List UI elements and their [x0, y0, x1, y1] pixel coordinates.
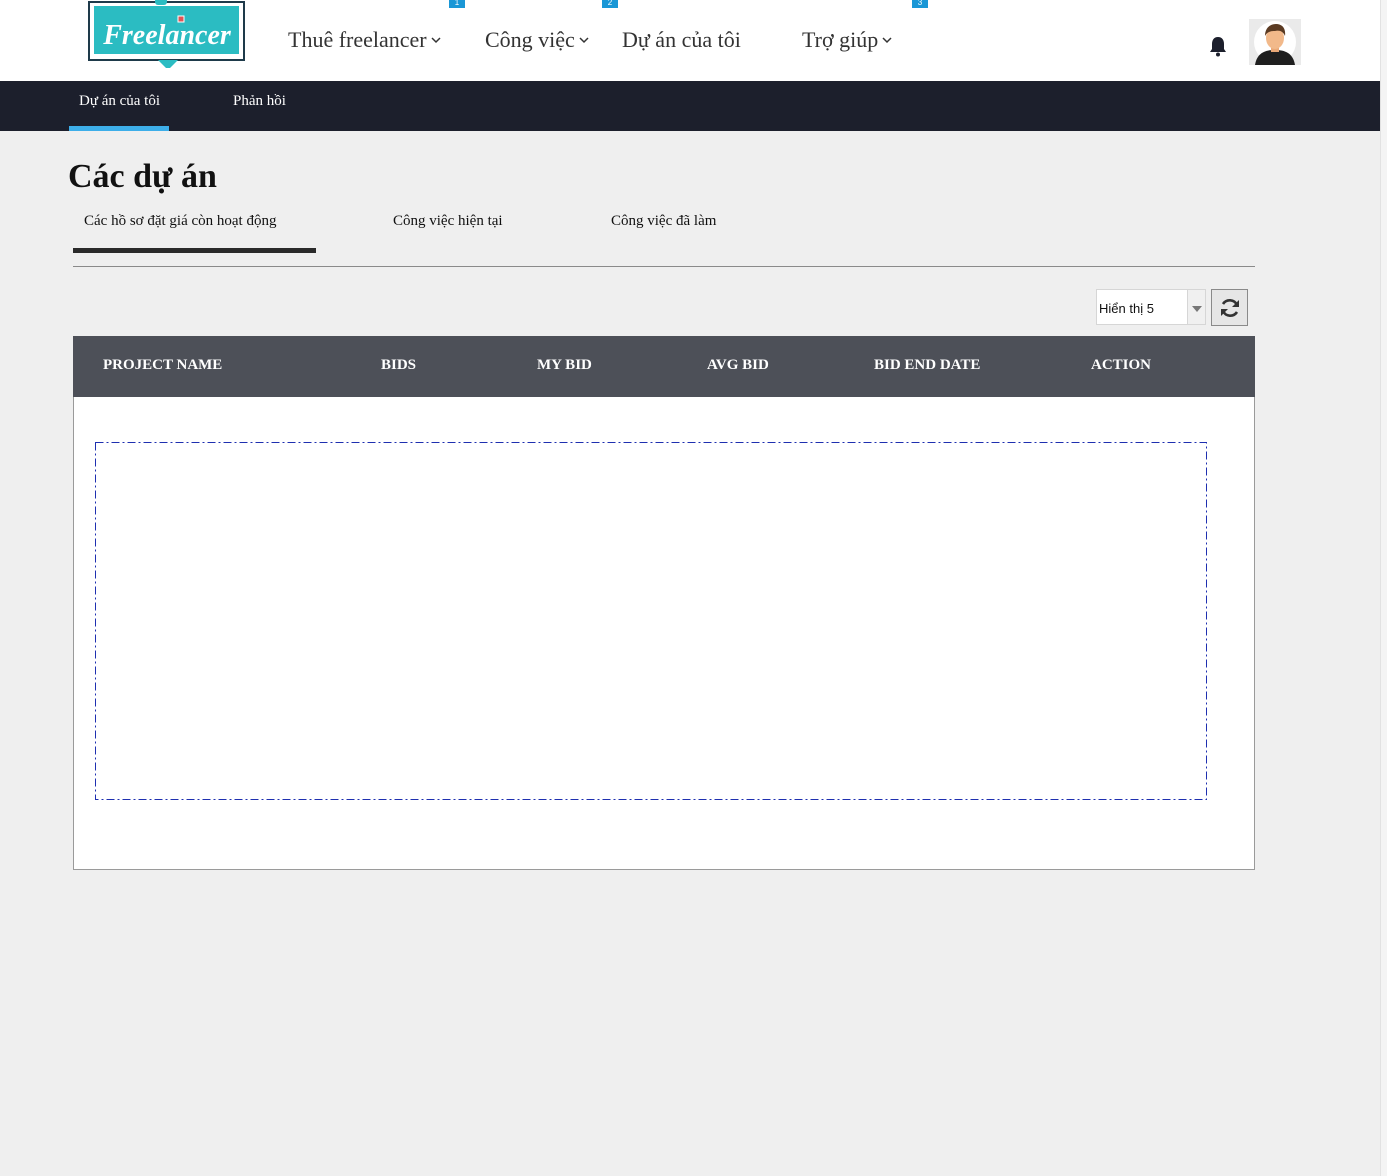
tab-past-jobs[interactable]: Công việc đã làm [611, 213, 716, 230]
sub-navigation: Dự án của tôi Phản hồi [0, 81, 1380, 131]
active-tab-indicator [69, 126, 169, 131]
page-size-value: Hiển thị 5 [1099, 301, 1154, 316]
chevron-down-icon [579, 37, 589, 44]
tab-active-bids[interactable]: Các hồ sơ đặt giá còn hoạt động [84, 213, 276, 230]
nav-label: Thuê freelancer [288, 27, 427, 52]
top-header: Freelancer Thuê freelancer Công việc Dự … [0, 0, 1380, 81]
annotation-marker: 3 [912, 0, 928, 8]
caret-down-icon [1192, 306, 1202, 312]
annotation-marker: 1 [449, 0, 465, 8]
nav-hire-freelancer[interactable]: Thuê freelancer [288, 27, 441, 53]
column-header-action[interactable]: ACTION [1091, 357, 1151, 374]
page-title: Các dự án [68, 158, 217, 195]
page-size-select[interactable]: Hiển thị 5 [1096, 289, 1206, 325]
column-header-bids[interactable]: BIDS [381, 357, 416, 374]
nav-help[interactable]: Trợ giúp [802, 27, 892, 53]
nav-label: Công việc [485, 27, 575, 52]
nav-label: Dự án của tôi [622, 27, 741, 52]
table-body [73, 397, 1255, 870]
dropdown-button[interactable] [1187, 290, 1205, 324]
subnav-item-feedback[interactable]: Phản hồi [233, 93, 286, 110]
user-avatar-icon [1254, 21, 1296, 65]
nav-my-projects[interactable]: Dự án của tôi [622, 27, 741, 53]
column-header-avg-bid[interactable]: AVG BID [707, 357, 769, 374]
freelancer-logo[interactable]: Freelancer [88, 0, 246, 68]
annotation-marker: 2 [602, 0, 618, 8]
page-scrollbar[interactable] [1380, 0, 1387, 1176]
refresh-button[interactable] [1211, 289, 1248, 326]
tab-current-jobs[interactable]: Công việc hiện tại [393, 213, 503, 230]
table-header: PROJECT NAME BIDS MY BID AVG BID BID END… [73, 336, 1255, 397]
nav-label: Trợ giúp [802, 27, 879, 52]
column-header-my-bid[interactable]: MY BID [537, 357, 592, 374]
user-avatar[interactable] [1249, 19, 1301, 65]
bell-icon[interactable] [1206, 34, 1230, 58]
column-header-bid-end-date[interactable]: BID END DATE [874, 357, 980, 374]
chevron-down-icon [431, 37, 441, 44]
subnav-item-my-projects[interactable]: Dự án của tôi [79, 93, 160, 110]
refresh-icon [1220, 298, 1239, 317]
active-tab-underline [73, 248, 316, 253]
chevron-down-icon [882, 37, 892, 44]
nav-jobs[interactable]: Công việc [485, 27, 589, 53]
logo-text: Freelancer [102, 20, 232, 51]
column-header-project-name[interactable]: PROJECT NAME [103, 357, 222, 374]
empty-table-placeholder [95, 442, 1207, 800]
tabs-divider [73, 266, 1255, 267]
